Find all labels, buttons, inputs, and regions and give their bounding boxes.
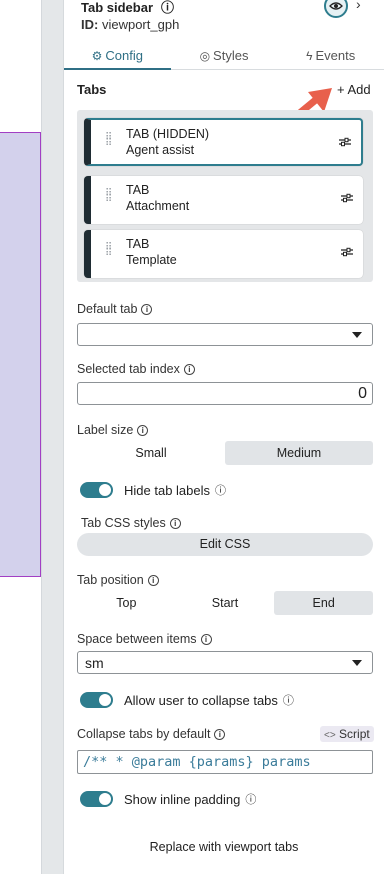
- caret-down-icon: [352, 660, 362, 666]
- label-size-toggle: Small Medium: [77, 441, 373, 465]
- tab-config[interactable]: ⚙ Config: [64, 44, 171, 70]
- canvas-area: [0, 0, 42, 874]
- gear-icon: ⚙: [91, 49, 103, 63]
- default-tab-label: Default tab i: [77, 302, 153, 316]
- panel-gutter: [42, 0, 64, 874]
- settings-sliders-icon[interactable]: [341, 193, 353, 203]
- script-toggle[interactable]: <> Script: [320, 726, 374, 742]
- tab-styles[interactable]: ◎ Styles: [171, 44, 278, 69]
- info-icon[interactable]: i: [214, 729, 226, 741]
- panel-tabs: ⚙ Config ◎ Styles ϟ Events: [64, 44, 384, 70]
- hide-tab-labels-switch[interactable]: [80, 482, 113, 498]
- drag-handle-icon[interactable]: ⠿ ⠿: [105, 243, 112, 259]
- visibility-eye-icon[interactable]: [324, 0, 348, 18]
- inline-padding-row: Show inline padding ⓘ: [80, 791, 256, 807]
- info-icon[interactable]: i: [141, 304, 153, 316]
- add-tab-button[interactable]: + Add: [337, 82, 371, 97]
- info-icon[interactable]: i: [147, 575, 159, 587]
- info-icon[interactable]: i: [169, 518, 181, 530]
- panel-title: Tab sidebar ⓘ: [81, 0, 175, 15]
- tab-events[interactable]: ϟ Events: [277, 44, 384, 69]
- selected-tab-index-label: Selected tab index i: [77, 362, 195, 376]
- bolt-icon: ϟ: [306, 49, 313, 63]
- settings-sliders-icon[interactable]: [341, 247, 353, 257]
- selected-component-outline[interactable]: [0, 132, 41, 577]
- settings-sliders-icon[interactable]: [339, 137, 351, 147]
- collapse-by-default-label: Collapse tabs by default i: [77, 727, 226, 741]
- label-size-label: Label size i: [77, 423, 149, 437]
- tab-item[interactable]: ⠿ ⠿ TAB Attachment: [84, 176, 363, 224]
- tab-css-styles-label: Tab CSS styles i: [81, 516, 181, 530]
- info-icon[interactable]: ⓘ: [161, 0, 174, 15]
- allow-collapse-row: Allow user to collapse tabs ⓘ: [80, 692, 294, 708]
- properties-panel: Tab sidebar ⓘ ID: viewport_gph › ⚙ Config …: [64, 0, 384, 874]
- selected-tab-index-input[interactable]: 0: [77, 382, 373, 405]
- tab-position-top[interactable]: Top: [77, 591, 176, 615]
- info-icon[interactable]: i: [183, 364, 195, 376]
- info-icon[interactable]: ⓘ: [283, 692, 294, 708]
- hide-tab-labels-row: Hide tab labels ⓘ: [80, 482, 226, 498]
- info-icon[interactable]: ⓘ: [245, 791, 256, 807]
- space-between-items-label: Space between items i: [77, 632, 212, 646]
- tab-list: ⠿ ⠿ TAB (HIDDEN) Agent assist ⠿ ⠿ TAB Atta…: [77, 110, 373, 282]
- component-id: ID: viewport_gph: [81, 17, 180, 32]
- info-icon[interactable]: i: [137, 425, 149, 437]
- chevron-right-icon[interactable]: ›: [356, 0, 361, 12]
- tab-position-toggle: Top Start End: [77, 591, 374, 615]
- tab-item[interactable]: ⠿ ⠿ TAB Template: [84, 230, 363, 278]
- tab-position-end[interactable]: End: [274, 591, 374, 615]
- collapse-script-editor[interactable]: /** * @param {params} params: [77, 750, 373, 774]
- drag-handle-icon[interactable]: ⠿ ⠿: [105, 133, 112, 149]
- inline-padding-switch[interactable]: [80, 791, 113, 807]
- space-between-items-select[interactable]: sm: [77, 651, 373, 674]
- label-size-small[interactable]: Small: [77, 441, 225, 465]
- tab-position-start[interactable]: Start: [176, 591, 275, 615]
- info-icon[interactable]: i: [200, 634, 212, 646]
- drag-handle-icon[interactable]: ⠿ ⠿: [105, 189, 112, 205]
- label-size-medium[interactable]: Medium: [225, 441, 373, 465]
- tabs-section-title: Tabs: [77, 82, 107, 97]
- allow-collapse-switch[interactable]: [80, 692, 113, 708]
- edit-css-button[interactable]: Edit CSS: [77, 533, 373, 556]
- default-tab-select[interactable]: [77, 323, 373, 346]
- tab-position-label: Tab position i: [77, 573, 159, 587]
- code-icon: <>: [324, 730, 336, 741]
- info-icon[interactable]: ⓘ: [215, 482, 226, 498]
- tab-item[interactable]: ⠿ ⠿ TAB (HIDDEN) Agent assist: [84, 118, 363, 166]
- palette-icon: ◎: [199, 49, 211, 63]
- caret-down-icon: [352, 332, 362, 338]
- replace-with-viewport-tabs-link[interactable]: Replace with viewport tabs: [64, 840, 384, 854]
